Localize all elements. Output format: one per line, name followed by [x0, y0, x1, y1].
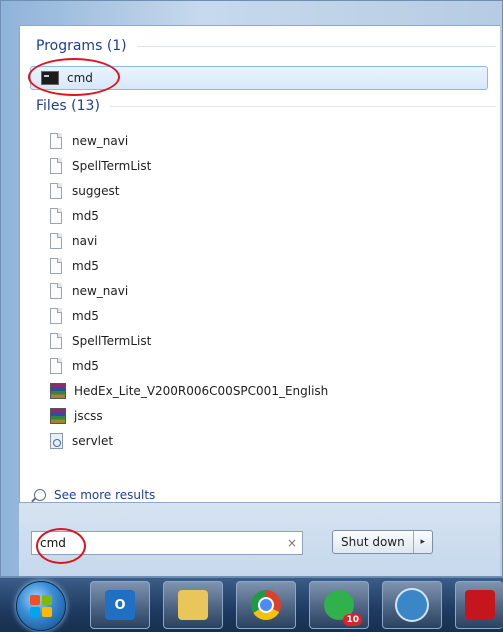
- file-item[interactable]: HedEx_Lite_V200R006C00SPC001_English: [50, 380, 328, 402]
- archive-icon: [50, 408, 66, 424]
- file-item-label: md5: [72, 259, 99, 273]
- document-icon: [50, 308, 62, 324]
- file-item-label: md5: [72, 359, 99, 373]
- shutdown-options-arrow-icon[interactable]: ▸: [414, 531, 432, 553]
- windows-logo-icon: [30, 595, 52, 617]
- search-box[interactable]: ×: [31, 531, 303, 555]
- taskbar-app-explorer[interactable]: [163, 581, 223, 629]
- file-item-label: SpellTermList: [72, 334, 152, 348]
- file-item[interactable]: md5: [50, 205, 99, 227]
- taskbar: O 10: [0, 577, 503, 632]
- section-divider: [109, 105, 496, 107]
- file-item-label: md5: [72, 209, 99, 223]
- file-item[interactable]: new_navi: [50, 280, 128, 302]
- program-item-label: cmd: [67, 71, 93, 85]
- file-item-label: md5: [72, 309, 99, 323]
- document-icon: [50, 333, 62, 349]
- file-item-label: HedEx_Lite_V200R006C00SPC001_English: [74, 384, 329, 398]
- taskbar-app-chrome[interactable]: [236, 581, 296, 629]
- notification-badge: 10: [343, 614, 362, 626]
- see-more-label: See more results: [54, 488, 156, 502]
- file-item[interactable]: servlet: [50, 430, 113, 452]
- archive-icon: [50, 383, 66, 399]
- clear-search-icon[interactable]: ×: [282, 536, 302, 550]
- programs-header-label: Programs (1): [36, 38, 127, 54]
- programs-section-header: Programs (1): [36, 38, 496, 54]
- search-results-panel: Programs (1) cmd Files (13) new_navi Spe…: [19, 25, 500, 503]
- document-icon: [50, 283, 62, 299]
- shutdown-button[interactable]: Shut down: [333, 531, 414, 553]
- file-item[interactable]: SpellTermList: [50, 155, 151, 177]
- file-item[interactable]: SpellTermList: [50, 330, 151, 352]
- file-item[interactable]: jscss: [50, 405, 103, 427]
- document-icon: [50, 208, 62, 224]
- file-item[interactable]: new_navi: [50, 130, 128, 152]
- file-item[interactable]: md5: [50, 355, 99, 377]
- document-icon: [50, 358, 62, 374]
- document-icon: [50, 158, 62, 174]
- settings-file-icon: [50, 433, 63, 449]
- document-icon: [50, 183, 62, 199]
- shutdown-control: Shut down ▸: [332, 530, 433, 554]
- cmd-icon: [41, 71, 59, 85]
- taskbar-app-whatsapp[interactable]: 10: [309, 581, 369, 629]
- search-input[interactable]: [32, 535, 282, 551]
- files-section-header: Files (13): [36, 98, 496, 114]
- taskbar-app-acrobat[interactable]: [455, 581, 503, 629]
- file-item[interactable]: suggest: [50, 180, 119, 202]
- program-item-cmd[interactable]: cmd: [30, 66, 488, 90]
- file-item[interactable]: md5: [50, 255, 99, 277]
- search-icon: [34, 489, 46, 501]
- document-icon: [50, 258, 62, 274]
- file-item-label: new_navi: [72, 284, 129, 298]
- file-item-label: suggest: [72, 184, 120, 198]
- document-icon: [50, 233, 62, 249]
- file-item-label: servlet: [72, 434, 114, 448]
- file-item-label: SpellTermList: [72, 159, 152, 173]
- start-menu: Programs (1) cmd Files (13) new_navi Spe…: [0, 0, 503, 577]
- start-button[interactable]: [16, 581, 66, 631]
- file-explorer-icon: [178, 590, 208, 620]
- acrobat-icon: [464, 590, 495, 620]
- file-item-label: jscss: [74, 409, 103, 423]
- see-more-results-link[interactable]: See more results: [34, 488, 155, 502]
- taskbar-app-outlook[interactable]: O: [90, 581, 150, 629]
- files-header-label: Files (13): [36, 98, 100, 114]
- file-item-label: navi: [72, 234, 98, 248]
- document-icon: [50, 133, 62, 149]
- file-item[interactable]: md5: [50, 305, 99, 327]
- section-divider: [136, 45, 496, 47]
- file-item[interactable]: navi: [50, 230, 97, 252]
- outlook-icon: O: [105, 590, 135, 620]
- chrome-icon: [251, 590, 281, 620]
- network-app-icon: [395, 588, 429, 622]
- whatsapp-icon: 10: [324, 590, 362, 626]
- taskbar-app-network[interactable]: [382, 581, 442, 629]
- file-item-label: new_navi: [72, 134, 129, 148]
